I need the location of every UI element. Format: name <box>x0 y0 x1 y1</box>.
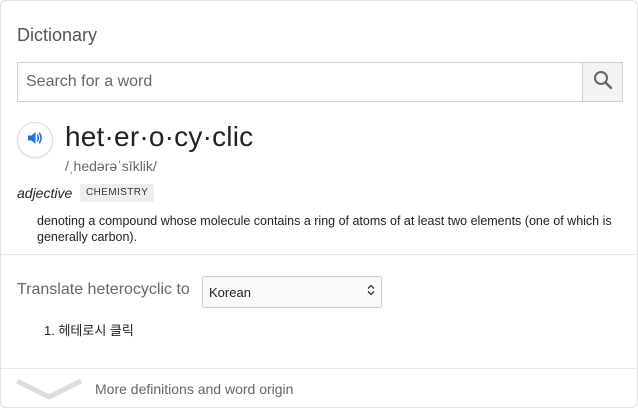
translate-label: Translate heterocyclic to <box>17 281 190 298</box>
language-select-value: Korean <box>209 284 251 300</box>
search-icon <box>593 70 613 95</box>
subject-tag: CHEMISTRY <box>80 184 155 202</box>
more-definitions-label: More definitions and word origin <box>95 381 294 397</box>
pronunciation-button[interactable] <box>17 122 53 158</box>
headword: het·er·o·cy·clic <box>65 121 254 152</box>
phonetic-spelling: /ˌhedərəˈsīklik/ <box>65 158 157 174</box>
search-box <box>17 62 623 102</box>
select-arrows-icon <box>367 283 375 301</box>
panel-title: Dictionary <box>17 25 98 45</box>
language-select[interactable]: Korean <box>202 276 382 308</box>
dictionary-card: Dictionary het·er·o·cy·clic /ˌhedərəˈsīk… <box>0 0 638 408</box>
part-of-speech: adjective <box>17 185 73 201</box>
search-button[interactable] <box>582 63 622 101</box>
speaker-icon <box>26 129 44 152</box>
chevron-down-icon <box>15 377 83 406</box>
definition-text: denoting a compound whose molecule conta… <box>37 214 612 244</box>
translation-result: 1. 헤테로시 클릭 <box>44 323 134 338</box>
more-definitions-link[interactable]: More definitions and word origin <box>1 369 637 407</box>
search-input[interactable] <box>18 63 583 101</box>
section-divider <box>1 254 637 255</box>
